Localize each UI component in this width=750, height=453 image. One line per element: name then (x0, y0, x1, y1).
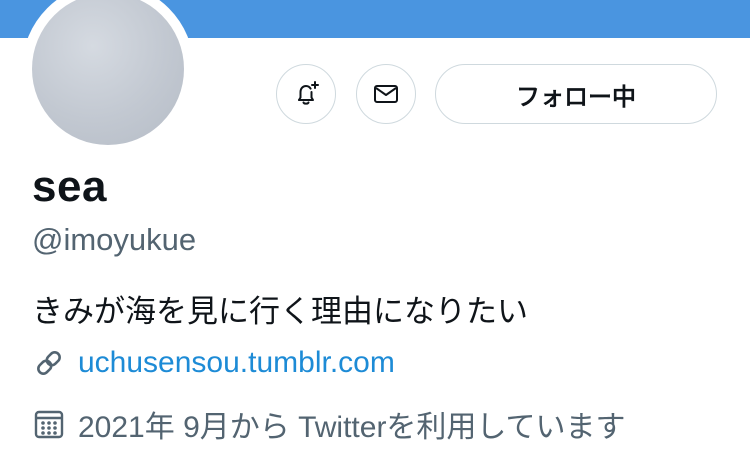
link-icon (32, 346, 66, 380)
display-name: sea (32, 162, 107, 211)
following-button[interactable]: フォロー中 (435, 64, 717, 124)
profile-joined-date: 2021年 9月から Twitterを利用しています (78, 411, 626, 444)
avatar-ring (22, 0, 194, 155)
bell-plus-icon (298, 81, 319, 105)
avatar[interactable] (32, 0, 184, 145)
calendar-icon (32, 407, 66, 441)
following-button-label: フォロー中 (516, 83, 636, 111)
profile-joined-row: 2021年 9月から Twitterを利用しています (32, 402, 626, 446)
profile-website-row: uchusensou.tumblr.com (32, 346, 395, 380)
user-handle: @imoyukue (32, 222, 197, 257)
notifications-button[interactable] (276, 64, 336, 124)
profile-bio: きみが海を見に行く理由になりたい (32, 294, 528, 329)
envelope-icon (374, 85, 398, 103)
profile-website-link[interactable]: uchusensou.tumblr.com (78, 346, 395, 380)
profile-header: フォロー中 sea @imoyukue きみが海を見に行く理由になりたい uch… (0, 0, 750, 453)
message-button[interactable] (356, 64, 416, 124)
